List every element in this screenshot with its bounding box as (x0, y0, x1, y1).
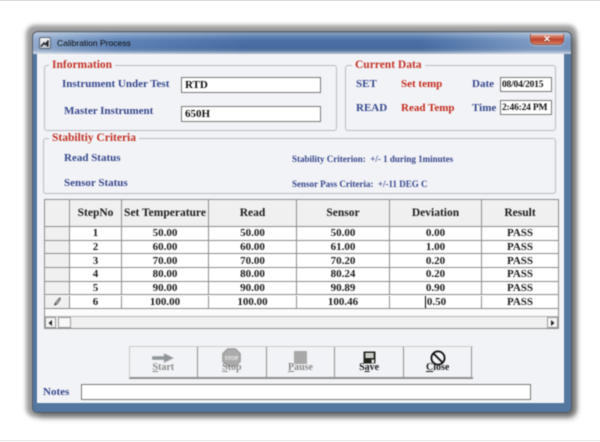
svg-text:STOP: STOP (225, 355, 239, 362)
